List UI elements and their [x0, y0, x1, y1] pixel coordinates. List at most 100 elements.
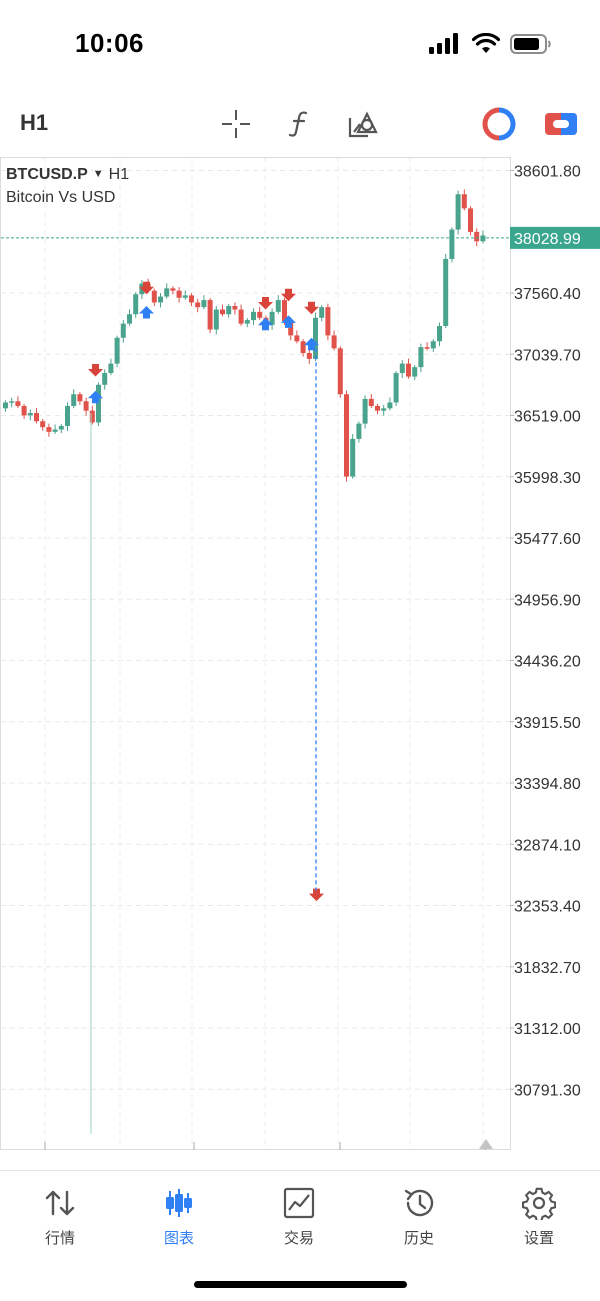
- nav-settings[interactable]: 设置: [489, 1185, 589, 1248]
- price-scale-label: 37039.70: [514, 347, 581, 364]
- candle-body: [418, 347, 424, 368]
- time-scale-label: 23 Nov 03:00: [487, 1149, 582, 1150]
- candle-body: [313, 317, 318, 359]
- candle-body: [34, 413, 39, 422]
- candle-body: [300, 341, 306, 354]
- candle-body: [350, 438, 356, 477]
- candle-body: [393, 373, 399, 403]
- nav-chart[interactable]: 图表: [129, 1185, 229, 1248]
- chart-area[interactable]: 38601.80 37560.40 37039.70 36519.00 35998.30…: [0, 157, 600, 1150]
- candle-body: [257, 311, 263, 318]
- price-scale-label: 36519.00: [514, 409, 581, 426]
- candle-body: [226, 305, 232, 315]
- price-scale-label: 32353.40: [514, 899, 581, 916]
- price-scale-label: 32874.10: [514, 837, 581, 854]
- candle-body: [306, 353, 312, 359]
- candle-body: [331, 335, 337, 349]
- candle-body: [251, 311, 256, 321]
- cellular-signal-icon: [429, 33, 458, 54]
- candle-body: [244, 320, 250, 324]
- candle-body: [220, 309, 225, 315]
- objects-icon[interactable]: [345, 106, 381, 142]
- time-scale-label: 19 Nov 03:00: [47, 1149, 142, 1150]
- candle-body: [294, 335, 300, 342]
- candle-body: [430, 341, 436, 349]
- nav-label-quotes: 行情: [44, 1230, 75, 1247]
- candle-body: [207, 300, 213, 330]
- price-scale-label: 35477.60: [514, 531, 581, 548]
- price-scale-label: 35998.30: [514, 470, 581, 487]
- symbol-description: Bitcoin Vs USD: [6, 189, 116, 206]
- candle-body: [437, 325, 442, 342]
- candle-body: [375, 405, 380, 411]
- symbol-info: BTCUSD.P ▼ H1 Bitcoin Vs USD: [6, 163, 129, 209]
- candle-body: [102, 373, 108, 385]
- price-scale-label: 31312.00: [514, 1021, 581, 1038]
- price-scale-label: 38601.80: [514, 164, 581, 181]
- candle-body: [412, 367, 418, 377]
- candle-body: [27, 413, 33, 416]
- battery-icon: [510, 34, 551, 54]
- candle-body: [40, 421, 46, 428]
- candle-body: [77, 394, 83, 402]
- candle-body: [52, 429, 58, 432]
- candle-body: [213, 309, 219, 330]
- candle-body: [195, 302, 201, 308]
- candle-body: [362, 398, 368, 424]
- candle-body: [344, 394, 349, 477]
- price-scale-label: 30791.30: [514, 1082, 581, 1099]
- bottom-nav: 行情 图表 交易 历史 设置: [0, 1170, 600, 1281]
- candle-body: [9, 401, 15, 403]
- candle-body: [164, 288, 170, 297]
- price-scale-label: 33394.80: [514, 776, 581, 793]
- candle-body: [468, 208, 473, 232]
- nav-trade[interactable]: 交易: [249, 1185, 349, 1248]
- wifi-icon: [472, 33, 500, 53]
- candle-body: [201, 300, 207, 308]
- candle-body: [46, 427, 52, 432]
- candle-body: [443, 258, 449, 326]
- current-price-label: 38028.99: [514, 231, 581, 248]
- nav-history[interactable]: 历史: [369, 1185, 469, 1248]
- function-icon[interactable]: [282, 106, 318, 142]
- candle-body: [275, 300, 281, 312]
- candle-body: [368, 398, 374, 406]
- candle-body: [461, 194, 467, 209]
- candle-body: [337, 348, 343, 395]
- time-scale-label: 20 Nov 11:00: [196, 1149, 290, 1150]
- trade-mode-icon[interactable]: [543, 106, 579, 142]
- candle-body: [15, 401, 21, 406]
- candle-body: [381, 408, 387, 411]
- candle-body: [319, 307, 325, 318]
- plot-frame: [0, 157, 511, 1150]
- symbol-dropdown-icon[interactable]: ▼: [93, 163, 104, 186]
- candle-body: [406, 363, 411, 377]
- candle-body: [83, 401, 89, 411]
- nav-label-chart: 图表: [163, 1230, 194, 1247]
- candle-body: [71, 394, 77, 406]
- one-click-trading-icon[interactable]: [481, 106, 517, 142]
- symbol-name[interactable]: BTCUSD.P: [6, 163, 88, 186]
- candle-body: [58, 425, 64, 430]
- timeframe-button[interactable]: H1: [20, 110, 48, 136]
- candle-body: [449, 229, 455, 259]
- candle-body: [176, 290, 182, 298]
- nav-label-settings: 设置: [523, 1230, 554, 1247]
- candle-body: [114, 337, 120, 364]
- candle-body: [96, 384, 101, 423]
- candle-body: [170, 288, 176, 291]
- candle-body: [189, 295, 194, 303]
- candle-body: [399, 363, 405, 374]
- candle-body: [238, 309, 244, 324]
- crosshair-icon[interactable]: [218, 106, 254, 142]
- nav-quotes[interactable]: 行情: [10, 1185, 110, 1248]
- price-chart[interactable]: 38601.80 37560.40 37039.70 36519.00 35998.30…: [0, 157, 600, 1150]
- candle-body: [474, 231, 480, 242]
- candle-body: [325, 307, 331, 336]
- chart-icon: [129, 1185, 229, 1221]
- price-scale-label: 34956.90: [514, 592, 581, 609]
- status-icons: [428, 33, 552, 55]
- nav-label-trade: 交易: [283, 1230, 314, 1247]
- time-scale-label: 21 Nov 19:00: [342, 1149, 437, 1150]
- candle-body: [133, 294, 139, 315]
